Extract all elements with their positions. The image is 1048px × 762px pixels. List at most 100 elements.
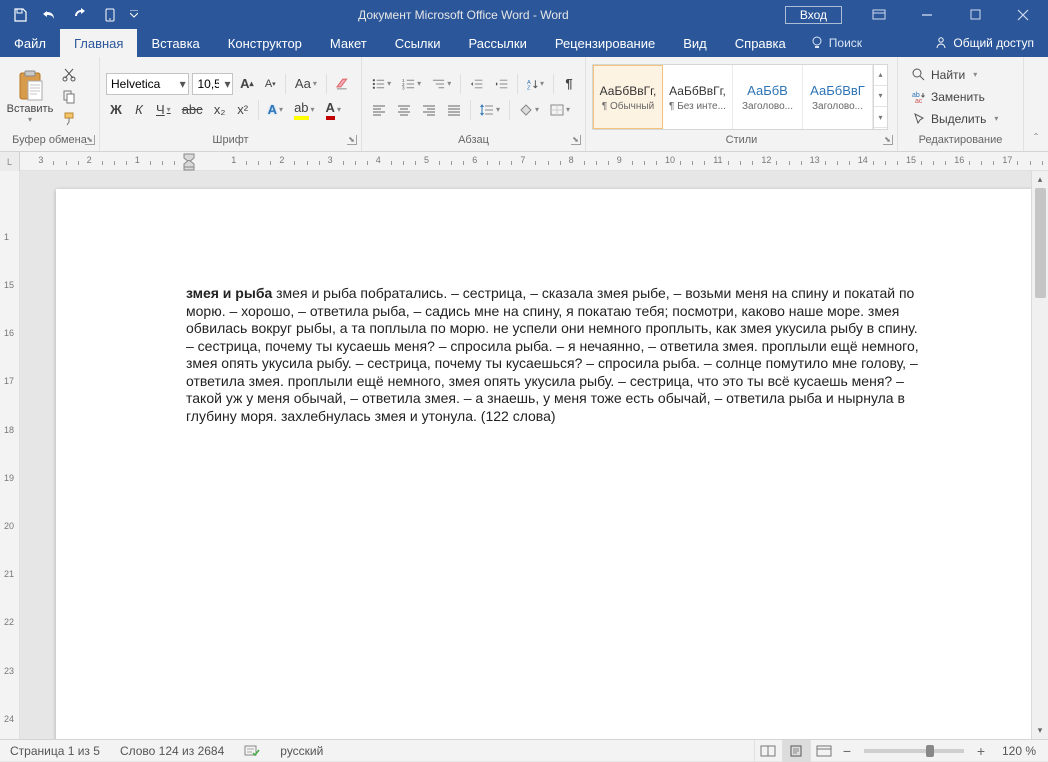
select-button[interactable]: Выделить▾ (908, 109, 1002, 129)
bold-button[interactable]: Ж (106, 99, 126, 121)
paragraph-dialog-launcher[interactable]: ⬊ (571, 135, 581, 145)
show-marks-icon[interactable]: ¶ (559, 73, 579, 95)
page[interactable]: змея и рыба змея и рыба побратались. – с… (56, 189, 1033, 739)
redo-icon[interactable] (66, 3, 94, 27)
highlight-icon[interactable]: ab (290, 99, 318, 121)
change-case-icon[interactable]: Aa (291, 73, 320, 95)
tab-layout[interactable]: Макет (316, 29, 381, 57)
zoom-level[interactable]: 120 % (990, 740, 1048, 761)
tab-design[interactable]: Конструктор (214, 29, 316, 57)
multilevel-list-icon[interactable] (428, 73, 455, 95)
tab-review[interactable]: Рецензирование (541, 29, 669, 57)
ruler-horizontal[interactable]: L 3211234567891011121314151617 (0, 152, 1048, 171)
read-mode-icon[interactable] (754, 740, 782, 762)
style-heading1[interactable]: АаБбВЗаголово... (733, 65, 803, 129)
font-dialog-launcher[interactable]: ⬊ (347, 135, 357, 145)
sort-icon[interactable]: AZ (523, 73, 548, 95)
close-icon[interactable] (1000, 0, 1046, 29)
title-bar: Документ Microsoft Office Word - Word Вх… (0, 0, 1048, 29)
paste-button[interactable]: Вставить ▾ (6, 67, 54, 126)
status-page[interactable]: Страница 1 из 5 (0, 740, 110, 761)
align-center-icon[interactable] (393, 99, 415, 121)
style-heading2[interactable]: АаБбВвГЗаголово... (803, 65, 873, 129)
chevron-down-icon[interactable]: ▾ (177, 77, 189, 91)
grow-font-icon[interactable]: A▴ (236, 73, 257, 95)
align-right-icon[interactable] (418, 99, 440, 121)
scroll-down-icon[interactable]: ▾ (1032, 722, 1048, 739)
shrink-font-icon[interactable]: A▾ (260, 73, 280, 95)
zoom-handle[interactable] (926, 745, 934, 757)
align-left-icon[interactable] (368, 99, 390, 121)
tab-references[interactable]: Ссылки (381, 29, 455, 57)
web-layout-icon[interactable] (810, 740, 838, 762)
format-painter-icon[interactable] (58, 109, 80, 129)
scroll-thumb[interactable] (1035, 188, 1046, 298)
status-language[interactable]: русский (270, 740, 333, 761)
login-button[interactable]: Вход (785, 6, 842, 24)
numbering-icon[interactable]: 123 (398, 73, 425, 95)
status-words[interactable]: Слово 124 из 2684 (110, 740, 234, 761)
qat-customize-icon[interactable] (126, 3, 142, 27)
title-right: Вход (785, 0, 1048, 29)
clipboard-dialog-launcher[interactable]: ⬊ (85, 135, 95, 145)
underline-button[interactable]: Ч (152, 99, 175, 121)
copy-icon[interactable] (58, 87, 80, 107)
tab-help[interactable]: Справка (721, 29, 800, 57)
style-normal[interactable]: АаБбВвГг,¶ Обычный (593, 65, 663, 129)
shading-icon[interactable] (515, 99, 543, 121)
share-button[interactable]: Общий доступ (920, 29, 1048, 57)
ruler-vertical[interactable]: 1151617181920212223242526 (0, 171, 20, 739)
scroll-up-icon[interactable]: ▴ (1032, 171, 1048, 188)
cut-icon[interactable] (58, 65, 80, 85)
borders-icon[interactable] (546, 99, 574, 121)
tell-me[interactable]: Поиск (800, 29, 872, 57)
clear-formatting-icon[interactable] (331, 73, 355, 95)
styles-dialog-launcher[interactable]: ⬊ (883, 135, 893, 145)
strikethrough-button[interactable]: abc (178, 99, 207, 121)
zoom-in-button[interactable]: + (972, 743, 990, 759)
superscript-button[interactable]: x² (233, 99, 253, 121)
font-name-combo[interactable]: ▾ (106, 73, 189, 95)
ribbon-display-options-icon[interactable] (856, 0, 902, 29)
save-icon[interactable] (6, 3, 34, 27)
gallery-up-icon[interactable]: ▴ (874, 65, 887, 86)
replace-button[interactable]: abacЗаменить (908, 87, 1002, 107)
print-layout-icon[interactable] (782, 740, 810, 762)
zoom-slider[interactable] (864, 749, 964, 753)
justify-icon[interactable] (443, 99, 465, 121)
gallery-more-icon[interactable]: ▾ (874, 107, 887, 128)
collapse-ribbon-icon[interactable]: ˆ (1024, 57, 1048, 151)
status-spellcheck[interactable] (234, 740, 270, 761)
paste-label: Вставить (7, 103, 54, 115)
font-name-input[interactable] (107, 77, 177, 91)
font-color-icon[interactable]: A (322, 99, 345, 121)
vertical-scrollbar[interactable]: ▴ ▾ (1031, 171, 1048, 739)
italic-button[interactable]: К (129, 99, 149, 121)
subscript-button[interactable]: x₂ (210, 99, 230, 121)
text-effects-icon[interactable]: A (264, 99, 287, 121)
maximize-icon[interactable] (952, 0, 998, 29)
decrease-indent-icon[interactable] (466, 73, 487, 95)
ruler-corner[interactable]: L (0, 152, 20, 171)
font-size-combo[interactable]: ▾ (192, 73, 233, 95)
style-no-spacing[interactable]: АаБбВвГг,¶ Без инте... (663, 65, 733, 129)
bullets-icon[interactable] (368, 73, 395, 95)
gallery-down-icon[interactable]: ▾ (874, 86, 887, 107)
hanging-indent-icon[interactable] (183, 160, 195, 171)
undo-icon[interactable] (36, 3, 64, 27)
increase-indent-icon[interactable] (491, 73, 512, 95)
tab-home[interactable]: Главная (60, 29, 137, 57)
tab-insert[interactable]: Вставка (137, 29, 213, 57)
tab-mailings[interactable]: Рассылки (454, 29, 540, 57)
line-spacing-icon[interactable] (476, 99, 504, 121)
page-content[interactable]: змея и рыба змея и рыба побратались. – с… (56, 189, 1033, 455)
document-area: 1151617181920212223242526 змея и рыба зм… (0, 171, 1048, 739)
touch-mode-icon[interactable] (96, 3, 124, 27)
zoom-out-button[interactable]: − (838, 743, 856, 759)
tab-file[interactable]: Файл (0, 29, 60, 57)
font-size-input[interactable] (193, 77, 222, 91)
find-button[interactable]: Найти▾ (908, 65, 1002, 85)
minimize-icon[interactable] (904, 0, 950, 29)
tab-view[interactable]: Вид (669, 29, 721, 57)
chevron-down-icon[interactable]: ▾ (223, 77, 233, 91)
